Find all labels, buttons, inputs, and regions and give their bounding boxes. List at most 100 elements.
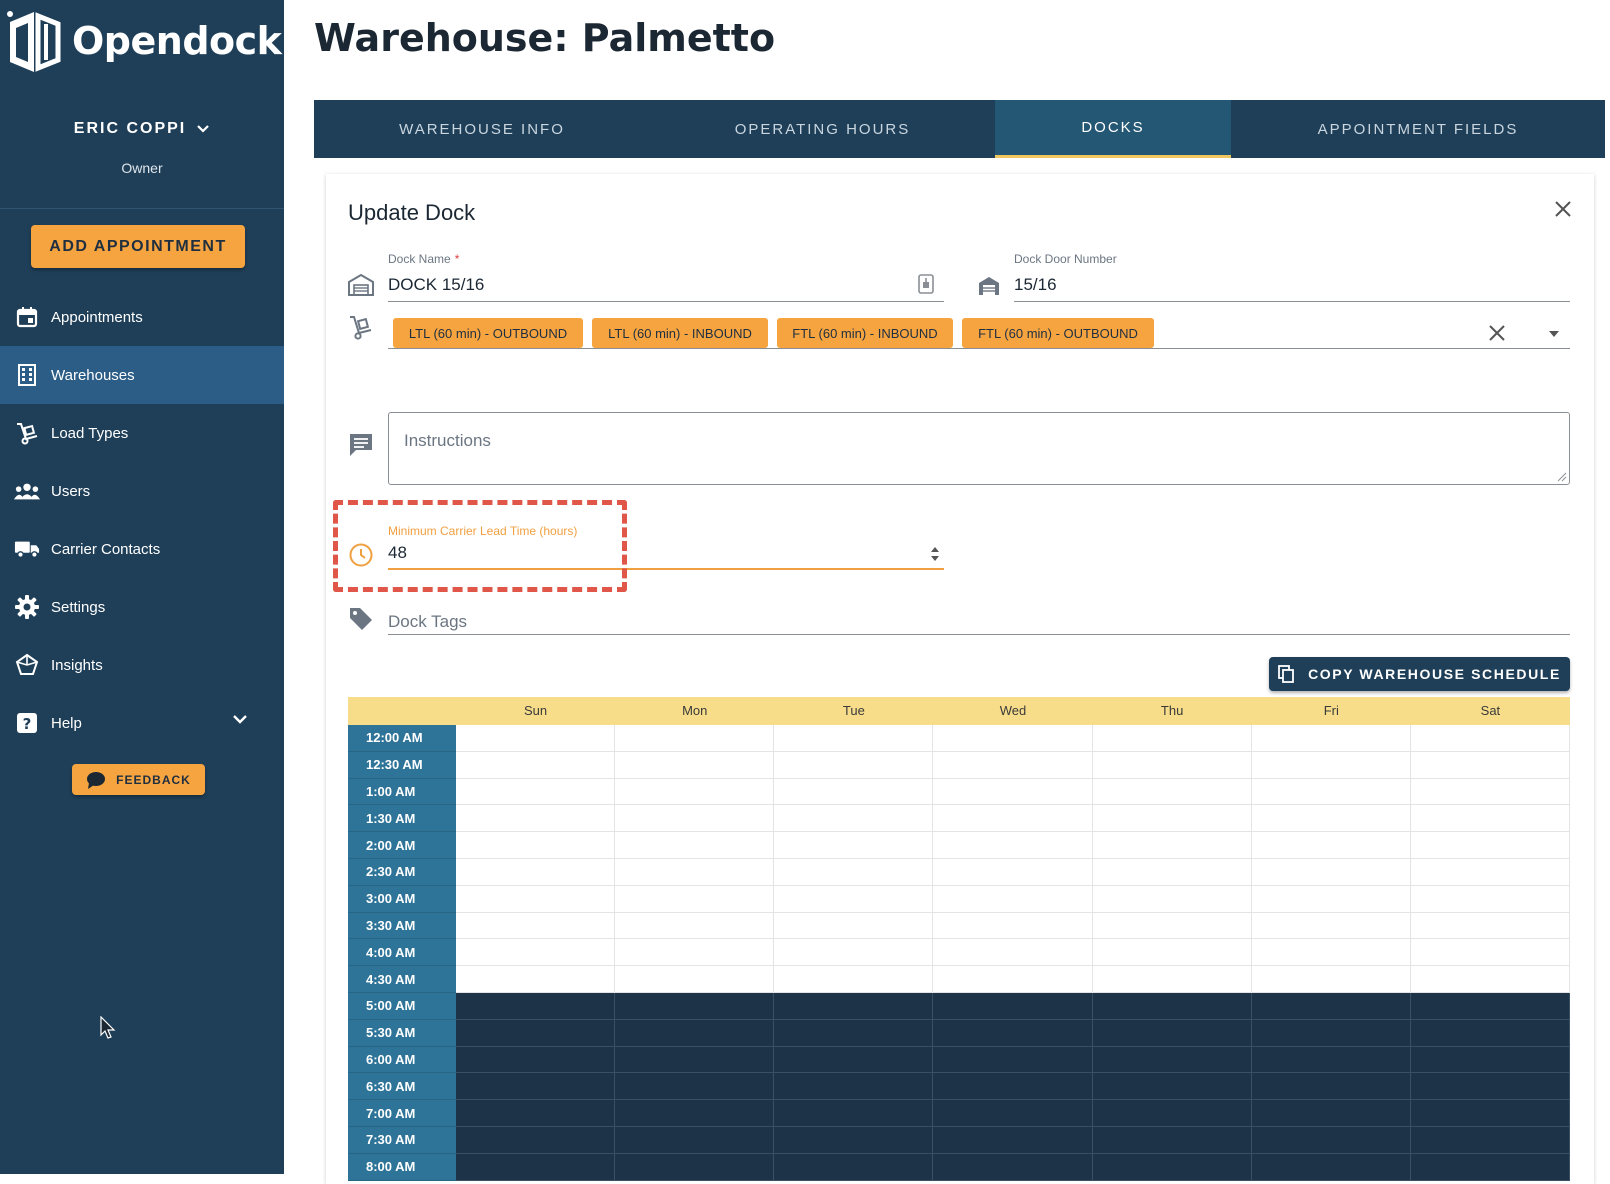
schedule-slot[interactable] <box>1092 858 1252 886</box>
schedule-slot[interactable] <box>933 751 1093 779</box>
schedule-slot[interactable] <box>456 912 616 940</box>
schedule-slot[interactable] <box>1251 1100 1411 1127</box>
schedule-slot[interactable] <box>933 885 1093 913</box>
schedule-slot[interactable] <box>933 992 1093 1020</box>
schedule-slot[interactable] <box>1251 885 1411 913</box>
schedule-slot[interactable] <box>456 885 616 913</box>
schedule-slot[interactable] <box>774 1100 934 1127</box>
load-type-chip[interactable]: LTL (60 min) - INBOUND <box>592 318 768 348</box>
schedule-slot[interactable] <box>456 725 616 752</box>
schedule-slot[interactable] <box>456 805 616 833</box>
schedule-slot[interactable] <box>456 858 616 886</box>
sidebar-item-carrier-contacts[interactable]: Carrier Contacts <box>0 520 284 578</box>
schedule-slot[interactable] <box>1251 751 1411 779</box>
schedule-slot[interactable] <box>1251 1126 1411 1154</box>
schedule-slot[interactable] <box>774 725 934 752</box>
schedule-slot[interactable] <box>1251 1073 1411 1101</box>
schedule-slot[interactable] <box>933 778 1093 806</box>
clear-icon[interactable] <box>1488 324 1506 342</box>
schedule-slot[interactable] <box>774 885 934 913</box>
schedule-slot[interactable] <box>1410 1153 1570 1181</box>
schedule-slot[interactable] <box>456 832 616 859</box>
tab-warehouse-info[interactable]: WAREHOUSE INFO <box>314 100 650 158</box>
schedule-slot[interactable] <box>1251 966 1411 993</box>
schedule-slot[interactable] <box>774 832 934 859</box>
schedule-slot[interactable] <box>774 1126 934 1154</box>
tab-operating-hours[interactable]: OPERATING HOURS <box>650 100 995 158</box>
sidebar-item-users[interactable]: Users <box>0 462 284 520</box>
schedule-slot[interactable] <box>933 912 1093 940</box>
schedule-slot[interactable] <box>456 1019 616 1047</box>
schedule-slot[interactable] <box>615 1073 775 1101</box>
schedule-slot[interactable] <box>1410 992 1570 1020</box>
schedule-slot[interactable] <box>615 832 775 859</box>
schedule-slot[interactable] <box>774 751 934 779</box>
schedule-slot[interactable] <box>1251 912 1411 940</box>
schedule-slot[interactable] <box>774 1046 934 1074</box>
schedule-slot[interactable] <box>933 966 1093 993</box>
schedule-slot[interactable] <box>1092 805 1252 833</box>
schedule-slot[interactable] <box>456 1046 616 1074</box>
sidebar-item-load-types[interactable]: Load Types <box>0 404 284 462</box>
copy-warehouse-schedule-button[interactable]: COPY WAREHOUSE SCHEDULE <box>1269 657 1570 691</box>
schedule-slot[interactable] <box>1092 1019 1252 1047</box>
schedule-slot[interactable] <box>1410 1100 1570 1127</box>
load-type-chip[interactable]: FTL (60 min) - OUTBOUND <box>962 318 1154 348</box>
schedule-slot[interactable] <box>1251 858 1411 886</box>
dock-tags-input[interactable]: Dock Tags <box>388 612 467 632</box>
schedule-slot[interactable] <box>615 778 775 806</box>
sidebar-item-insights[interactable]: Insights <box>0 636 284 694</box>
tab-appointment-fields[interactable]: APPOINTMENT FIELDS <box>1231 100 1605 158</box>
instructions-textarea[interactable]: Instructions <box>388 412 1570 485</box>
schedule-slot[interactable] <box>615 1153 775 1181</box>
schedule-slot[interactable] <box>615 885 775 913</box>
schedule-slot[interactable] <box>933 805 1093 833</box>
schedule-slot[interactable] <box>615 725 775 752</box>
dropdown-arrow-icon[interactable] <box>1548 330 1560 338</box>
schedule-slot[interactable] <box>1410 1046 1570 1074</box>
schedule-slot[interactable] <box>1410 832 1570 859</box>
sidebar-item-appointments[interactable]: Appointments <box>0 288 284 346</box>
schedule-slot[interactable] <box>774 1153 934 1181</box>
schedule-slot[interactable] <box>933 1126 1093 1154</box>
resize-handle-icon[interactable] <box>1557 472 1567 482</box>
schedule-slot[interactable] <box>1092 778 1252 806</box>
schedule-slot[interactable] <box>774 992 934 1020</box>
schedule-slot[interactable] <box>456 751 616 779</box>
user-menu[interactable]: ERIC COPPI <box>74 120 210 138</box>
schedule-slot[interactable] <box>1092 1126 1252 1154</box>
feedback-button[interactable]: FEEDBACK <box>72 764 205 795</box>
schedule-slot[interactable] <box>933 1046 1093 1074</box>
schedule-slot[interactable] <box>1092 939 1252 967</box>
schedule-slot[interactable] <box>774 858 934 886</box>
schedule-slot[interactable] <box>1410 751 1570 779</box>
schedule-slot[interactable] <box>615 805 775 833</box>
schedule-slot[interactable] <box>933 858 1093 886</box>
schedule-slot[interactable] <box>774 1073 934 1101</box>
schedule-slot[interactable] <box>933 832 1093 859</box>
schedule-slot[interactable] <box>1251 778 1411 806</box>
schedule-slot[interactable] <box>1092 912 1252 940</box>
schedule-slot[interactable] <box>1092 992 1252 1020</box>
schedule-slot[interactable] <box>1251 992 1411 1020</box>
schedule-slot[interactable] <box>615 751 775 779</box>
schedule-slot[interactable] <box>1410 805 1570 833</box>
schedule-slot[interactable] <box>1410 966 1570 993</box>
schedule-slot[interactable] <box>615 992 775 1020</box>
load-type-chip[interactable]: LTL (60 min) - OUTBOUND <box>393 318 583 348</box>
schedule-slot[interactable] <box>774 939 934 967</box>
schedule-slot[interactable] <box>456 1100 616 1127</box>
schedule-slot[interactable] <box>1410 778 1570 806</box>
schedule-slot[interactable] <box>1251 939 1411 967</box>
load-type-chip[interactable]: FTL (60 min) - INBOUND <box>777 318 953 348</box>
schedule-slot[interactable] <box>933 1019 1093 1047</box>
schedule-slot[interactable] <box>456 778 616 806</box>
schedule-slot[interactable] <box>1251 1153 1411 1181</box>
schedule-slot[interactable] <box>1251 805 1411 833</box>
schedule-slot[interactable] <box>615 912 775 940</box>
number-spinner-icon[interactable] <box>930 544 940 564</box>
schedule-slot[interactable] <box>615 966 775 993</box>
schedule-slot[interactable] <box>1251 725 1411 752</box>
schedule-slot[interactable] <box>1410 912 1570 940</box>
schedule-slot[interactable] <box>1410 1073 1570 1101</box>
